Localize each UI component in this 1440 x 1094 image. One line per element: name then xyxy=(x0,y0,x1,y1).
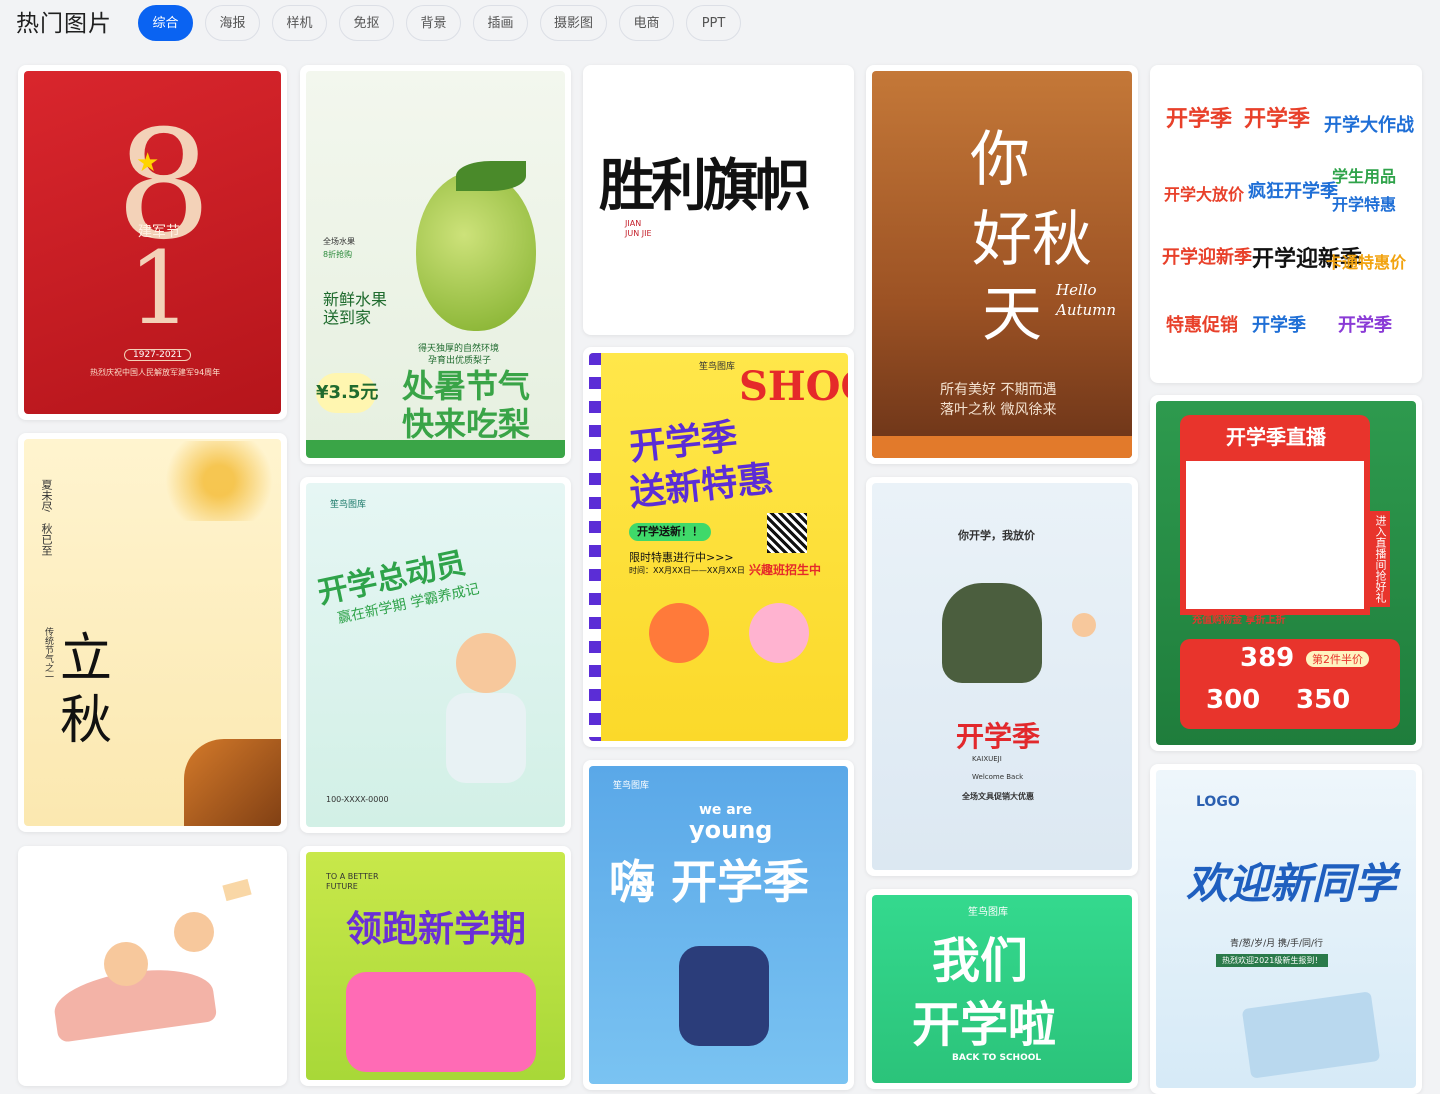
image-card-army-day[interactable]: 8 建军节 1 ★ 1927-2021 热烈庆祝中国人民解放军建军94周年 xyxy=(18,65,287,420)
back-to-school-poster: 笙鸟图库 我们 开学啦 BACK TO SCHOOL xyxy=(872,895,1132,1083)
image-card-school-sale[interactable]: 笙鸟图库 SHOOL 开学季 送新特惠 开学送新！！ 限时特惠进行中>>> 时间… xyxy=(583,347,854,747)
reading-kids-illustration xyxy=(24,852,281,1080)
qr-code-icon xyxy=(767,513,807,553)
tab-background[interactable]: 背景 xyxy=(406,5,461,41)
school-sale-poster: 笙鸟图库 SHOOL 开学季 送新特惠 开学送新！！ 限时特惠进行中>>> 时间… xyxy=(589,353,848,741)
tab-photography[interactable]: 摄影图 xyxy=(540,5,607,41)
tab-cutout[interactable]: 免抠 xyxy=(339,5,394,41)
image-card-victory-banner[interactable]: 胜利旗帜 JIAN JUN JIE xyxy=(583,65,854,335)
image-card-stationery-sale[interactable]: 你开学，我放价 开学季 KAIXUEJI Welcome Back 全场文具促销… xyxy=(866,477,1138,876)
autumn-begins-poster: 夏未尽 秋已至 传统节气之一 立 秋 xyxy=(24,439,281,826)
tab-mockup[interactable]: 样机 xyxy=(272,5,327,41)
army-day-poster: 8 建军节 1 ★ 1927-2021 热烈庆祝中国人民解放军建军94周年 xyxy=(24,71,281,414)
image-card-school-word-art[interactable]: 开学季 开学季 开学大作战 开学大放价 疯狂开学季 学生用品 开学特惠 开学迎新… xyxy=(1150,65,1422,383)
school-word-art-set: 开学季 开学季 开学大作战 开学大放价 疯狂开学季 学生用品 开学特惠 开学迎新… xyxy=(1156,71,1416,377)
image-card-autumn-begins[interactable]: 夏未尽 秋已至 传统节气之一 立 秋 xyxy=(18,433,287,832)
image-card-lead-new-semester[interactable]: TO A BETTER FUTURE 领跑新学期 xyxy=(300,846,571,1086)
tab-poster[interactable]: 海报 xyxy=(205,5,260,41)
pear-poster: 全场水果 8折抢购 新鲜水果 送到家 得天独厚的自然环境 孕育出优质梨子 ¥3.… xyxy=(306,71,565,458)
tab-ppt[interactable]: PPT xyxy=(686,5,741,41)
image-card-welcome-students[interactable]: LOGO 欢迎新同学 青/葱/岁/月 携/手/同/行 热烈欢迎2021级新生报到… xyxy=(1150,764,1422,1094)
top-bar: 热门图片 综合 海报 样机 免抠 背景 插画 摄影图 电商 PPT xyxy=(0,0,1440,48)
star-icon: ★ xyxy=(136,148,160,178)
page-title: 热门图片 xyxy=(16,11,112,37)
image-card-hi-school-season[interactable]: 笙鸟图库 we are young 嗨 开学季 xyxy=(583,760,854,1090)
hi-school-season-poster: 笙鸟图库 we are young 嗨 开学季 xyxy=(589,766,848,1084)
image-card-reading-kids[interactable] xyxy=(18,846,287,1086)
victory-banner-calligraphy: 胜利旗帜 JIAN JUN JIE xyxy=(589,71,848,329)
tab-all[interactable]: 综合 xyxy=(138,5,193,41)
school-kickoff-poster: 笙鸟图库 开学总动员 赢在新学期 学霸养成记 100-XXXX-0000 xyxy=(306,483,565,827)
image-card-back-to-school[interactable]: 笙鸟图库 我们 开学啦 BACK TO SCHOOL xyxy=(866,889,1138,1089)
hello-autumn-photo: 你 好秋 天 Hello Autumn 所有美好 不期而遇 落叶之秋 微风徐来 xyxy=(872,71,1132,458)
image-card-hello-autumn[interactable]: 你 好秋 天 Hello Autumn 所有美好 不期而遇 落叶之秋 微风徐来 xyxy=(866,65,1138,464)
tab-ecommerce[interactable]: 电商 xyxy=(619,5,674,41)
lead-new-semester-poster: TO A BETTER FUTURE 领跑新学期 xyxy=(306,852,565,1080)
tab-illustration[interactable]: 插画 xyxy=(473,5,528,41)
image-card-live-stream[interactable]: 开学季直播 进入直播间抢好礼 充值购物金 享折上折 389 第2件半价 300 … xyxy=(1150,395,1422,751)
welcome-students-poster: LOGO 欢迎新同学 青/葱/岁/月 携/手/同/行 热烈欢迎2021级新生报到… xyxy=(1156,770,1416,1088)
stationery-sale-poster: 你开学，我放价 开学季 KAIXUEJI Welcome Back 全场文具促销… xyxy=(872,483,1132,870)
live-stream-frame: 开学季直播 进入直播间抢好礼 充值购物金 享折上折 389 第2件半价 300 … xyxy=(1156,401,1416,745)
image-card-school-kickoff[interactable]: 笙鸟图库 开学总动员 赢在新学期 学霸养成记 100-XXXX-0000 xyxy=(300,477,571,833)
image-card-pear-poster[interactable]: 全场水果 8折抢购 新鲜水果 送到家 得天独厚的自然环境 孕育出优质梨子 ¥3.… xyxy=(300,65,571,464)
